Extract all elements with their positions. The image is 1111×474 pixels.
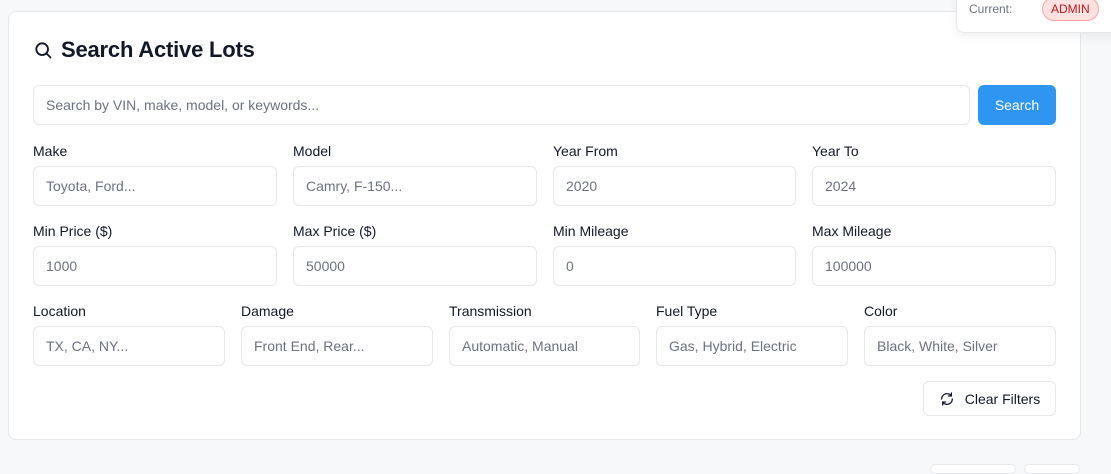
page-title: Search Active Lots (61, 37, 255, 62)
min-mileage-field: Min Mileage (553, 222, 796, 286)
search-header: Search Active Lots (33, 36, 255, 64)
min-mileage-input[interactable] (553, 246, 796, 286)
min-price-input[interactable] (33, 246, 277, 286)
min-price-label: Min Price ($) (33, 223, 113, 239)
min-mileage-label: Min Mileage (553, 223, 629, 239)
max-price-input[interactable] (293, 246, 537, 286)
role-popover: Current: ADMIN (956, 0, 1111, 33)
year-from-field: Year From (553, 142, 796, 206)
clear-filters-label: Clear Filters (964, 390, 1041, 407)
transmission-input[interactable] (449, 326, 640, 366)
year-to-field: Year To (812, 142, 1056, 206)
make-label: Make (33, 143, 68, 159)
year-to-input[interactable] (812, 166, 1056, 206)
max-mileage-input[interactable] (812, 246, 1056, 286)
transmission-label: Transmission (449, 303, 532, 319)
model-input[interactable] (293, 166, 537, 206)
min-price-field: Min Price ($) (33, 222, 277, 286)
fuel-type-input[interactable] (656, 326, 848, 366)
damage-label: Damage (241, 303, 294, 319)
damage-input[interactable] (241, 326, 433, 366)
search-card: Search Active Lots Search Make Model Yea… (8, 11, 1081, 440)
year-from-input[interactable] (553, 166, 796, 206)
max-mileage-field: Max Mileage (812, 222, 1056, 286)
search-icon (35, 42, 52, 59)
max-price-field: Max Price ($) (293, 222, 537, 286)
make-field: Make (33, 142, 277, 206)
refresh-icon (940, 391, 953, 406)
max-mileage-label: Max Mileage (812, 223, 892, 239)
make-input[interactable] (33, 166, 277, 206)
color-input[interactable] (864, 326, 1056, 366)
color-field: Color (864, 302, 1056, 366)
year-from-label: Year From (553, 143, 618, 159)
fuel-type-label: Fuel Type (656, 303, 718, 319)
search-button[interactable]: Search (978, 85, 1056, 125)
model-label: Model (293, 143, 332, 159)
current-role-label: Current: (969, 2, 1013, 16)
fuel-type-field: Fuel Type (656, 302, 848, 366)
transmission-field: Transmission (449, 302, 640, 366)
pagination-button-partial[interactable] (930, 464, 1016, 474)
clear-filters-button[interactable]: Clear Filters (923, 381, 1056, 416)
damage-field: Damage (241, 302, 433, 366)
search-input[interactable] (33, 85, 970, 125)
color-label: Color (864, 303, 898, 319)
location-label: Location (33, 303, 86, 319)
location-input[interactable] (33, 326, 225, 366)
pagination-button-partial[interactable] (1024, 464, 1080, 474)
admin-badge: ADMIN (1042, 0, 1099, 21)
location-field: Location (33, 302, 225, 366)
max-price-label: Max Price ($) (293, 223, 377, 239)
model-field: Model (293, 142, 537, 206)
year-to-label: Year To (812, 143, 859, 159)
